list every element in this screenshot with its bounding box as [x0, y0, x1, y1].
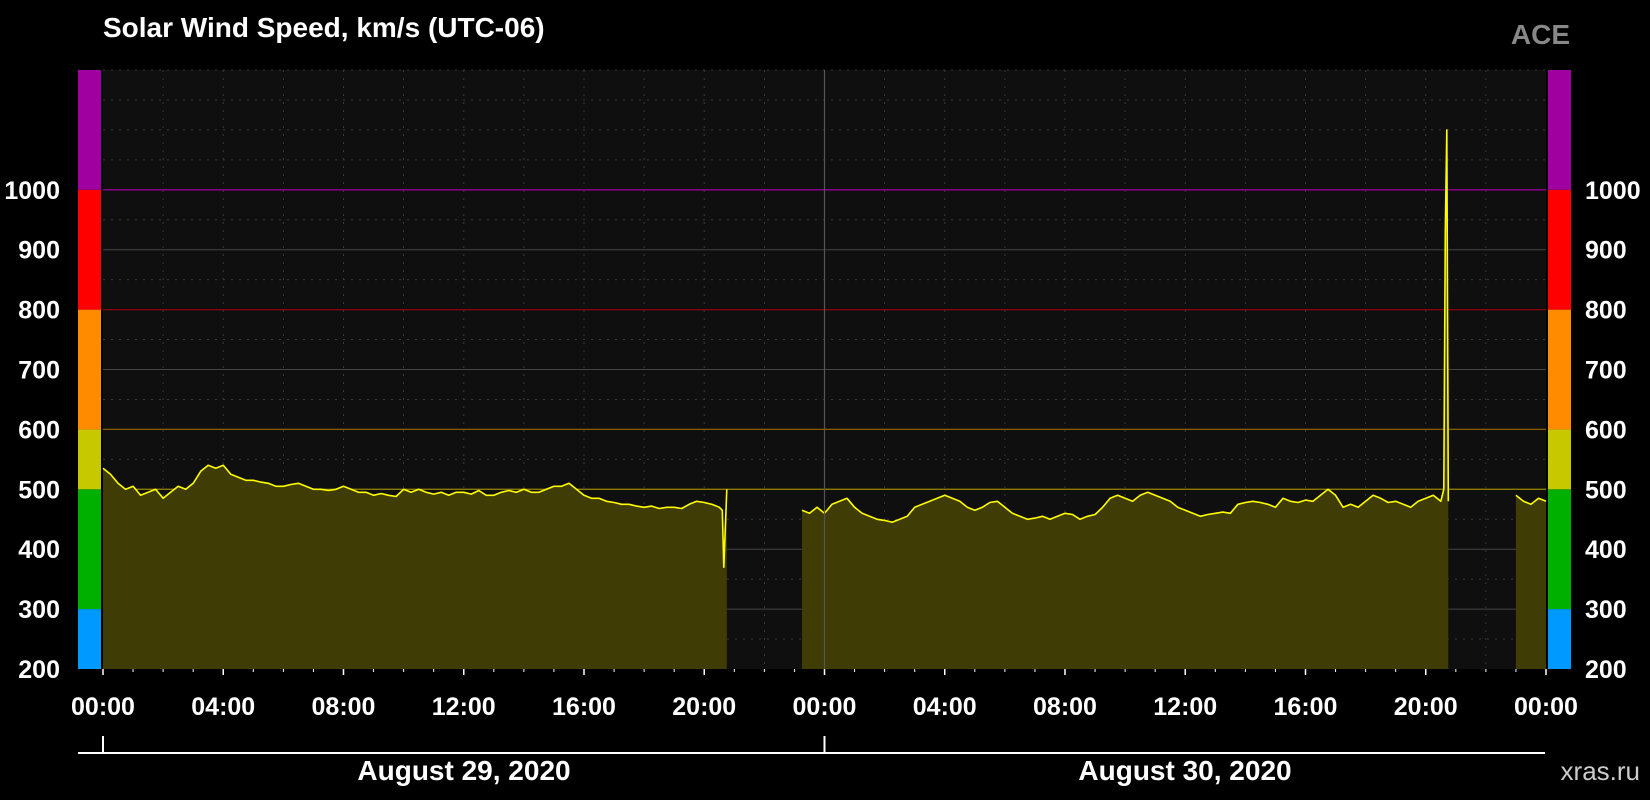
right-color-scale [1548, 70, 1571, 669]
x-tick-label: 00:00 [793, 693, 857, 721]
credit-label: xras.ru [1561, 756, 1640, 786]
scale-band-left [78, 309, 101, 430]
y-tick-label-left: 1000 [4, 177, 60, 205]
y-tick-label-left: 500 [18, 476, 60, 504]
day-label-2: August 30, 2020 [1078, 755, 1291, 786]
scale-band-left [78, 609, 101, 669]
scale-band-right [1548, 429, 1571, 490]
y-tick-label-left: 800 [18, 297, 60, 325]
y-tick-label-left: 200 [18, 656, 60, 684]
x-tick-label: 16:00 [1274, 693, 1338, 721]
speed-area [1515, 495, 1546, 669]
x-tick-label: 16:00 [552, 693, 616, 721]
x-tick-label: 20:00 [672, 693, 736, 721]
y-tick-label-left: 900 [18, 237, 60, 265]
y-tick-label-right: 1000 [1585, 177, 1641, 205]
instrument-label: ACE [1511, 19, 1570, 50]
solar-wind-chart: Solar Wind Speed, km/s (UTC-06) ACE 200 3… [0, 0, 1650, 800]
scale-band-left [78, 189, 101, 310]
scale-band-right [1548, 189, 1571, 310]
y-tick-label-right: 700 [1585, 357, 1627, 385]
chart-title: Solar Wind Speed, km/s (UTC-06) [103, 12, 545, 43]
x-tick-label: 08:00 [1033, 693, 1097, 721]
scale-band-right [1548, 309, 1571, 430]
y-tick-label-left: 600 [18, 416, 60, 444]
scale-band-right [1548, 609, 1571, 669]
x-tick-label: 00:00 [1514, 693, 1578, 721]
y-tick-label-right: 600 [1585, 416, 1627, 444]
y-tick-label-right: 200 [1585, 656, 1627, 684]
y-tick-label-right: 400 [1585, 536, 1627, 564]
scale-band-left [78, 489, 101, 610]
x-tick-label: 20:00 [1394, 693, 1458, 721]
day-label-1: August 29, 2020 [357, 755, 570, 786]
x-tick-label: 12:00 [1153, 693, 1217, 721]
scale-band-right [1548, 70, 1571, 190]
x-tick-label: 12:00 [432, 693, 496, 721]
y-tick-label-left: 400 [18, 536, 60, 564]
x-tick-label: 04:00 [913, 693, 977, 721]
y-tick-label-right: 500 [1585, 476, 1627, 504]
y-tick-label-right: 300 [1585, 596, 1627, 624]
y-tick-label-left: 700 [18, 357, 60, 385]
scale-band-left [78, 429, 101, 490]
x-tick-label: 08:00 [312, 693, 376, 721]
y-tick-label-right: 900 [1585, 237, 1627, 265]
scale-band-right [1548, 489, 1571, 610]
y-tick-label-left: 300 [18, 596, 60, 624]
scale-band-left [78, 70, 101, 190]
x-tick-label: 00:00 [71, 693, 135, 721]
y-tick-label-right: 800 [1585, 297, 1627, 325]
x-tick-label: 04:00 [191, 693, 255, 721]
left-color-scale [78, 70, 101, 669]
